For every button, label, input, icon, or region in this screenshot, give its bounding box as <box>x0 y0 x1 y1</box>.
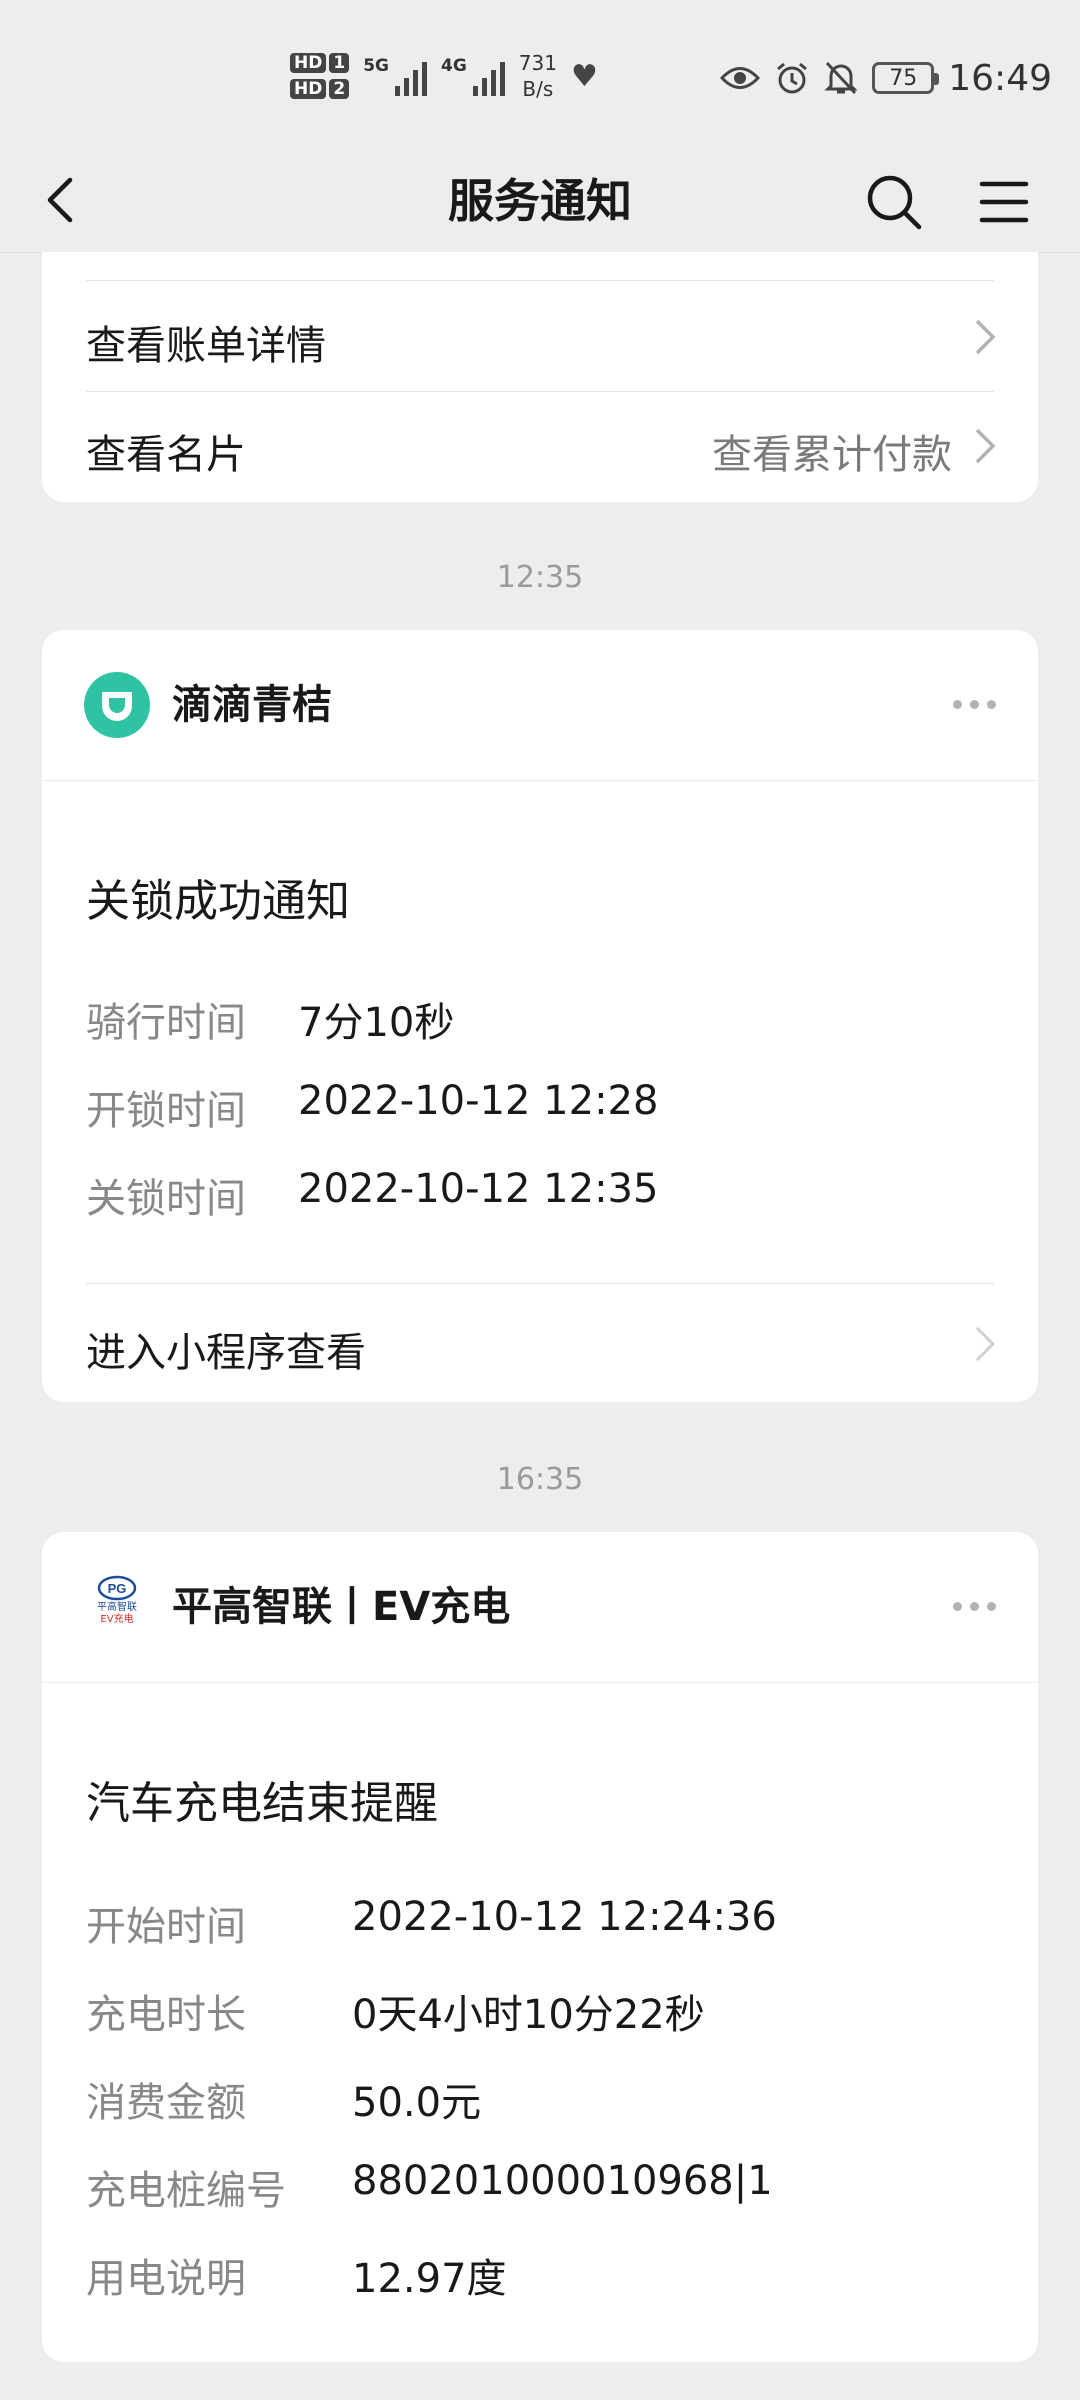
field-value: 2022-10-12 12:35 <box>298 1166 659 1212</box>
card-ev-notification: PG 平高智联 EV充电 平高智联丨EV充电 汽车充电结束提醒 开始时间 202… <box>42 1532 1038 2362</box>
field-value: 7分10秒 <box>298 1000 455 1046</box>
field-key: 充电时长 <box>86 1992 246 2038</box>
open-miniprogram-row[interactable]: 进入小程序查看 <box>42 1284 1038 1402</box>
hd1-num: 1 <box>329 53 350 73</box>
field-key: 开锁时间 <box>86 1088 246 1134</box>
field-value: 880201000010968|1 <box>352 2158 773 2204</box>
network-rate: 731 B/s <box>519 50 557 102</box>
hd2-badge: HD <box>290 79 327 99</box>
back-icon[interactable] <box>34 172 90 228</box>
field-value: 12.97度 <box>352 2256 507 2302</box>
field-value: 50.0元 <box>352 2080 482 2126</box>
status-bar: HD 1 HD 2 5G 4G 731 B/s ♥ 75 16:49 <box>0 0 1080 150</box>
field-key: 消费金额 <box>86 2080 246 2126</box>
chevron-right-icon <box>975 428 996 464</box>
field-key: 用电说明 <box>86 2256 246 2302</box>
card-bill: 查看账单详情 查看名片 查看累计付款 <box>42 252 1038 502</box>
hd2-num: 2 <box>329 79 350 99</box>
heart-icon: ♥ <box>570 58 598 94</box>
hd-indicators: HD 1 HD 2 <box>290 53 350 99</box>
open-miniprogram-label: 进入小程序查看 <box>86 1330 366 1376</box>
message-title: 关锁成功通知 <box>86 876 350 927</box>
status-left: HD 1 HD 2 5G 4G 731 B/s ♥ <box>290 46 598 106</box>
business-card-label: 查看名片 <box>86 432 246 478</box>
hd1-badge: HD <box>290 53 327 73</box>
logo-text-1: 平高智联 <box>97 1602 137 1613</box>
alarm-icon <box>777 62 808 94</box>
battery-level: 75 <box>889 65 918 91</box>
battery-icon: 75 <box>872 62 940 94</box>
field-key: 关锁时间 <box>86 1176 246 1222</box>
time-separator: 12:35 <box>496 560 584 595</box>
cumulative-payment-link: 查看累计付款 <box>712 432 952 478</box>
eye-icon <box>720 67 761 89</box>
net2-label: 4G <box>440 56 467 76</box>
status-time: 16:49 <box>948 57 1052 99</box>
field-value: 2022-10-12 12:24:36 <box>352 1894 777 1940</box>
message-title: 汽车充电结束提醒 <box>86 1778 438 1829</box>
field-value: 2022-10-12 12:28 <box>298 1078 659 1124</box>
field-key: 充电桩编号 <box>86 2168 286 2214</box>
card-header: PG 平高智联 EV充电 平高智联丨EV充电 <box>42 1532 1038 1683</box>
app-name: 平高智联丨EV充电 <box>172 1584 511 1630</box>
pinggao-logo-icon: PG 平高智联 EV充电 <box>84 1574 150 1640</box>
card-header: 滴滴青桔 <box>42 630 1038 781</box>
app-name: 滴滴青桔 <box>172 682 332 728</box>
navbar: 服务通知 <box>0 150 1080 253</box>
rate-value: 731 <box>518 51 557 75</box>
more-icon[interactable] <box>953 700 996 709</box>
chevron-right-icon <box>975 1326 996 1362</box>
pg-emblem-icon: PG <box>97 1575 137 1601</box>
signal-5g-icon: 5G <box>363 56 427 96</box>
status-right: 75 16:49 <box>720 50 1052 106</box>
signal-4g-icon: 4G <box>441 56 505 96</box>
more-icon[interactable] <box>953 1602 996 1611</box>
rate-unit: B/s <box>522 77 554 101</box>
business-card-row[interactable]: 查看名片 查看累计付款 <box>42 392 1038 502</box>
card-didi-notification: 滴滴青桔 关锁成功通知 骑行时间 7分10秒 开锁时间 2022-10-12 1… <box>42 630 1038 1402</box>
bill-detail-row[interactable]: 查看账单详情 <box>42 281 1038 391</box>
logo-text-2: EV充电 <box>100 1614 134 1625</box>
bill-detail-label: 查看账单详情 <box>86 323 326 369</box>
search-icon[interactable] <box>864 172 924 232</box>
time-separator: 16:35 <box>496 1462 584 1497</box>
didi-logo-icon <box>84 672 150 738</box>
net1-label: 5G <box>363 56 389 76</box>
chevron-right-icon <box>975 319 996 355</box>
mute-bell-icon <box>824 61 858 95</box>
menu-icon[interactable] <box>976 174 1032 230</box>
field-value: 0天4小时10分22秒 <box>352 1992 705 2038</box>
field-key: 开始时间 <box>86 1904 246 1950</box>
svg-text:PG: PG <box>108 1581 127 1596</box>
field-key: 骑行时间 <box>86 1000 246 1046</box>
